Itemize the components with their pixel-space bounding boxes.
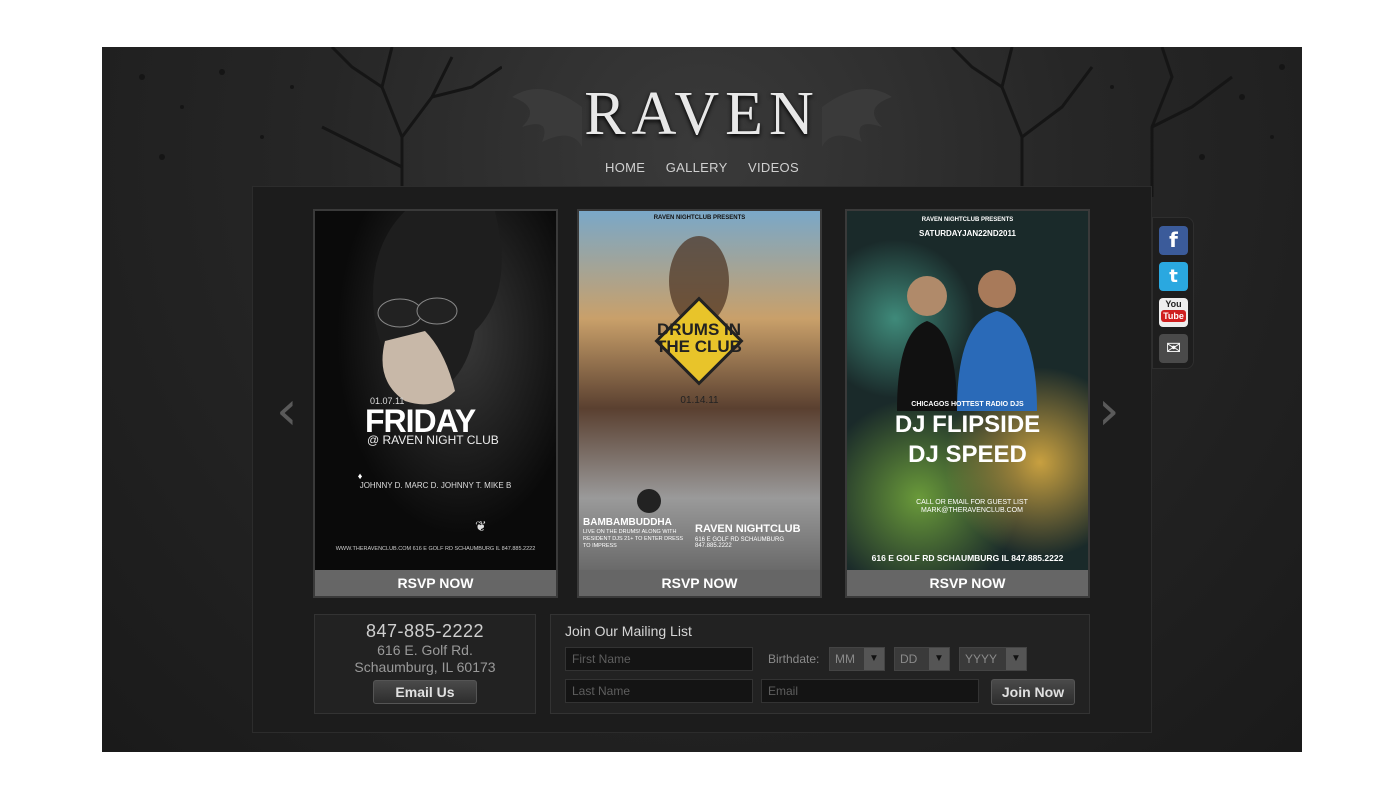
contact-address-line2: Schaumburg, IL 60173 (354, 659, 496, 675)
facebook-icon[interactable]: f (1159, 226, 1188, 255)
flyer-subtitle: @ RAVEN NIGHT CLUB (367, 433, 499, 447)
chevron-down-icon: ▼ (929, 648, 949, 670)
email-us-button[interactable]: Email Us (373, 680, 477, 704)
contact-phone: 847-885-2222 (365, 621, 485, 641)
event-card-friday: ♦ ❦ 01.07.11 FRIDAY @ RAVEN NIGHT CLUB J… (313, 209, 558, 598)
main-nav: HOME GALLERY VIDEOS (102, 159, 1302, 177)
birth-day-value: DD (900, 652, 918, 666)
flyer-tag: CHICAGOS HOTTEST RADIO DJS (911, 401, 1024, 408)
rsvp-button[interactable]: RSVP NOW (315, 570, 556, 596)
birth-year-value: YYYY (965, 652, 998, 666)
email-icon[interactable]: ✉ (1159, 334, 1188, 363)
first-name-input[interactable]: First Name (565, 647, 753, 671)
birth-year-select[interactable]: YYYY ▼ (959, 647, 1027, 671)
join-now-button[interactable]: Join Now (991, 679, 1075, 705)
flyer-footer: WWW.THERAVENCLUB.COM 616 E GOLF RD SCHAU… (335, 546, 536, 552)
nav-gallery[interactable]: GALLERY (666, 160, 728, 175)
flyer-venue-sub: 616 E GOLF RD SCHAUMBURG 847.885.2222 (695, 537, 785, 549)
dj-photo-image (897, 270, 1037, 411)
birthdate-label: Birthdate: (768, 652, 820, 666)
portrait-image: ♦ ❦ (358, 211, 502, 535)
flyer-artist: BAMBAMBUDDHA (583, 517, 672, 528)
birth-month-value: MM (835, 652, 855, 666)
chevron-down-icon: ▼ (864, 648, 884, 670)
nav-videos[interactable]: VIDEOS (748, 160, 799, 175)
page-frame: RAVEN HOME GALLERY VIDEOS ‹ › ♦ ❦ 01.07.… (102, 47, 1302, 752)
next-arrow-icon[interactable]: › (1098, 379, 1120, 442)
prev-arrow-icon[interactable]: ‹ (276, 379, 298, 442)
svg-text:♦: ♦ (358, 471, 363, 481)
flyer-headline-2: DJ SPEED (908, 441, 1027, 468)
email-input[interactable]: Email (761, 679, 979, 703)
flyer-date: 01.14.11 (680, 395, 719, 406)
flyer-footer: 616 E GOLF RD SCHAUMBURG IL 847.885.2222 (871, 553, 1064, 563)
nav-home[interactable]: HOME (605, 160, 645, 175)
flyer-image-dj[interactable]: RAVEN NIGHTCLUB PRESENTS SATURDAYJAN22ND… (847, 211, 1088, 570)
flyer-artist-sub: LIVE ON THE DRUMS! ALONG WITH RESIDENT D… (583, 529, 684, 549)
mailing-list-form: Join Our Mailing List First Name Birthda… (550, 614, 1090, 714)
logo-text: RAVEN (584, 80, 820, 148)
mailing-list-title: Join Our Mailing List (565, 623, 692, 639)
rsvp-button[interactable]: RSVP NOW (847, 570, 1088, 596)
event-card-drums: RAVEN NIGHTCLUB PRESENTS DRUMS IN THE CL… (577, 209, 822, 598)
birth-month-select[interactable]: MM ▼ (829, 647, 885, 671)
logo[interactable]: RAVEN (512, 57, 892, 157)
chevron-down-icon: ▼ (1006, 648, 1026, 670)
rsvp-button[interactable]: RSVP NOW (579, 570, 820, 596)
social-bar: f t You Tube ✉ (1152, 217, 1194, 369)
svg-text:❦: ❦ (475, 520, 487, 535)
flyer-venue: RAVEN NIGHTCLUB (695, 523, 801, 535)
flyer-djs: JOHNNY D. MARC D. JOHNNY T. MIKE B (359, 481, 512, 490)
flyer-headline-1: DJ FLIPSIDE (894, 411, 1041, 438)
birth-day-select[interactable]: DD ▼ (894, 647, 950, 671)
flyer-image-drums[interactable]: RAVEN NIGHTCLUB PRESENTS DRUMS IN THE CL… (579, 211, 820, 570)
flyer-headline: DRUMS IN THE CLUB (656, 320, 742, 356)
contact-address-line1: 616 E. Golf Rd. (377, 642, 473, 658)
twitter-icon[interactable]: t (1159, 262, 1188, 291)
flyer-image-friday[interactable]: ♦ ❦ 01.07.11 FRIDAY @ RAVEN NIGHT CLUB J… (315, 211, 556, 570)
event-card-dj-flipside: RAVEN NIGHTCLUB PRESENTS SATURDAYJAN22ND… (845, 209, 1090, 598)
flyer-note: CALL OR EMAIL FOR GUEST LIST MARK@THERAV… (916, 499, 1028, 514)
last-name-input[interactable]: Last Name (565, 679, 753, 703)
contact-box: 847-885-2222 616 E. Golf Rd. Schaumburg,… (314, 614, 536, 714)
youtube-icon[interactable]: You Tube (1159, 298, 1188, 327)
